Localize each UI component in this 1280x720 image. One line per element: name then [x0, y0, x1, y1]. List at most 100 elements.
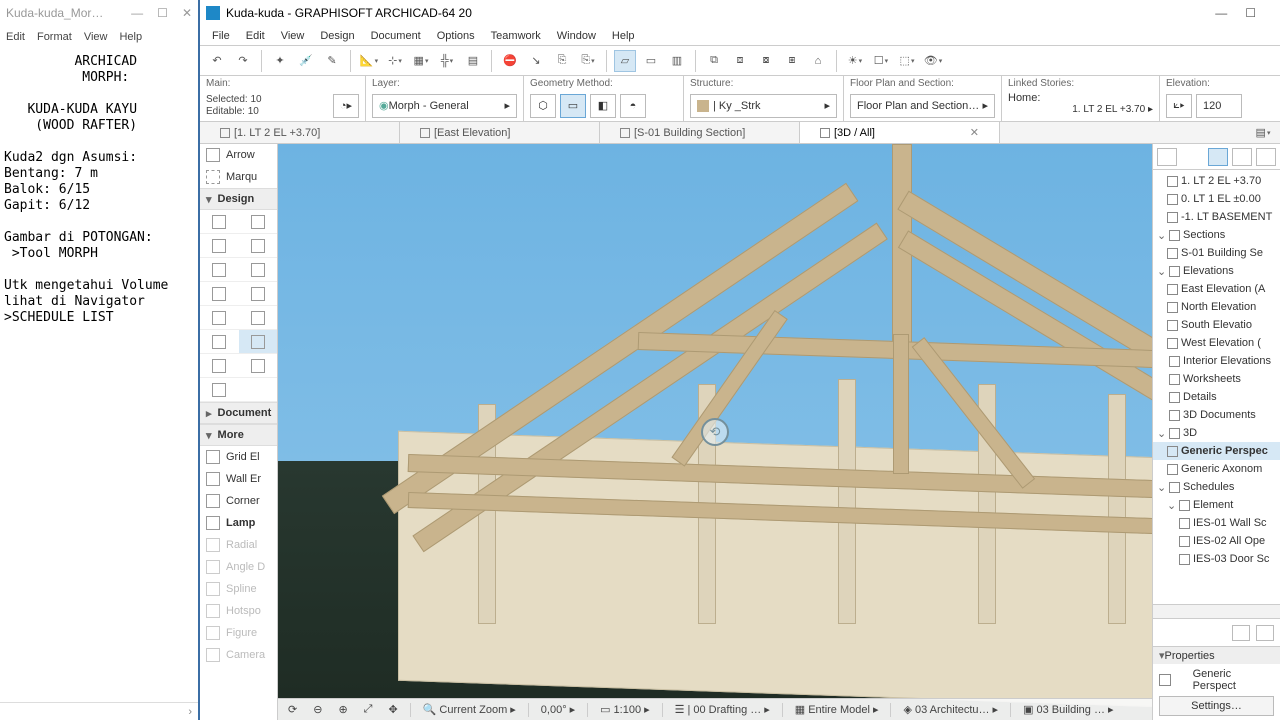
nav-elevations[interactable]: ⌄Elevations	[1153, 262, 1280, 280]
menu-teamwork[interactable]: Teamwork	[491, 30, 541, 42]
toolbox-document-header[interactable]: Document	[200, 402, 277, 424]
menu-options[interactable]: Options	[437, 30, 475, 42]
nav-layoutbook-icon[interactable]	[1256, 148, 1276, 166]
tab-overview-icon[interactable]: ▤	[1252, 122, 1274, 144]
tool-beam[interactable]	[200, 258, 239, 282]
qb-arch[interactable]: ◈ 03 Architectu… ▸	[899, 703, 1002, 716]
np-menu-format[interactable]: Format	[37, 31, 72, 43]
seo-sub-icon[interactable]: ⧈	[729, 50, 751, 72]
tool-column[interactable]	[239, 234, 278, 258]
qb-model[interactable]: ▦ Entire Model ▸	[791, 703, 883, 716]
geom-morph-button[interactable]: ◓	[620, 94, 646, 118]
plane3-icon[interactable]: ▥	[666, 50, 688, 72]
layer-selector[interactable]: ◉ Morph - General▸	[372, 94, 517, 118]
tool-morph[interactable]	[239, 330, 278, 354]
section-item[interactable]: S-01 Building Se	[1153, 244, 1280, 262]
tool-wall[interactable]	[200, 210, 239, 234]
story-item[interactable]: -1. LT BASEMENT	[1153, 208, 1280, 226]
settings-button[interactable]: Settings…	[1159, 696, 1274, 716]
maximize-icon[interactable]: ☐	[1245, 6, 1256, 20]
np-menu-edit[interactable]: Edit	[6, 31, 25, 43]
nav-viewmap-icon[interactable]	[1232, 148, 1252, 166]
nav-sections[interactable]: ⌄Sections	[1153, 226, 1280, 244]
tool-object[interactable]	[200, 354, 239, 378]
redo-icon[interactable]: ↷	[232, 50, 254, 72]
tab-section[interactable]: [S-01 Building Section]	[600, 122, 800, 143]
plane2-icon[interactable]: ▭	[640, 50, 662, 72]
grid-icon[interactable]: ╬	[436, 50, 458, 72]
tool-skylight[interactable]	[239, 306, 278, 330]
menu-window[interactable]: Window	[557, 30, 596, 42]
tab-elevation[interactable]: [East Elevation]	[400, 122, 600, 143]
grid2-icon[interactable]: ▤	[462, 50, 484, 72]
sched-element[interactable]: ⌄Element	[1153, 496, 1280, 514]
tab-close-icon[interactable]: ✕	[970, 126, 979, 139]
undo-icon[interactable]: ↶	[206, 50, 228, 72]
nav-intelev[interactable]: Interior Elevations	[1153, 352, 1280, 370]
default-settings-button[interactable]: ◔▸	[333, 94, 359, 118]
minimize-icon[interactable]: —	[1215, 6, 1227, 20]
tool-arrow[interactable]: Arrow	[200, 144, 277, 166]
elev-item[interactable]: North Elevation	[1153, 298, 1280, 316]
elev-item[interactable]: East Elevation (A	[1153, 280, 1280, 298]
tool-zone[interactable]	[239, 354, 278, 378]
notepad-text[interactable]: ARCHICAD MORPH: KUDA-KUDA KAYU (WOOD RAF…	[0, 48, 198, 702]
elevation-input[interactable]: 120	[1196, 94, 1242, 118]
menu-help[interactable]: Help	[612, 30, 635, 42]
nav-prev-btn1[interactable]	[1232, 625, 1250, 641]
tool-corner[interactable]: Corner	[200, 490, 277, 512]
ruler-icon[interactable]: 📐	[358, 50, 380, 72]
seo-add-icon[interactable]: ⧉	[703, 50, 725, 72]
elev-icon[interactable]: ⟀▸	[1166, 94, 1192, 118]
nav-scrollbar[interactable]	[1153, 604, 1280, 618]
menu-file[interactable]: File	[212, 30, 230, 42]
guides-icon[interactable]: ⊹	[384, 50, 406, 72]
3dview-icon[interactable]: ⬚	[896, 50, 918, 72]
notepad-scrollbar[interactable]: ›	[0, 702, 198, 720]
tool-cw[interactable]	[200, 330, 239, 354]
eye-icon[interactable]: 👁	[922, 50, 944, 72]
sched-item[interactable]: IES-02 All Ope	[1153, 532, 1280, 550]
qb-zoomin-icon[interactable]: ⊕	[334, 703, 351, 716]
elev-item[interactable]: South Elevatio	[1153, 316, 1280, 334]
qb-layercomb[interactable]: ☰ | 00 Drafting … ▸	[671, 703, 774, 716]
geom-box-button[interactable]: ▭	[560, 94, 586, 118]
trace-dd-icon[interactable]: ⎘	[577, 50, 599, 72]
qb-zoom-dd[interactable]: 🔍 Current Zoom ▸	[419, 703, 520, 716]
wand-icon[interactable]: ✎	[321, 50, 343, 72]
notepad-titlebar[interactable]: Kuda-kuda_Mor… — ☐ ✕	[0, 0, 198, 26]
render-icon[interactable]: ☀	[844, 50, 866, 72]
nav-worksheets[interactable]: Worksheets	[1153, 370, 1280, 388]
qb-scale[interactable]: ▭ 1:100 ▸	[596, 703, 653, 716]
geom-poly-button[interactable]: ⬡	[530, 94, 556, 118]
edit-plane-icon[interactable]: ▱	[614, 50, 636, 72]
tab-3d[interactable]: [3D / All]✕	[800, 122, 1000, 143]
tool-mesh[interactable]	[200, 378, 239, 402]
tool-roof[interactable]	[239, 282, 278, 306]
3d-viewport[interactable]: ⟲ ⟳ ⊖ ⊕ ⤢ ✥ 🔍 Current Zoom ▸ 0,00° ▸ ▭ 1…	[278, 144, 1152, 720]
story-item[interactable]: 0. LT 1 EL ±0.00	[1153, 190, 1280, 208]
seo3-icon[interactable]: ⧇	[755, 50, 777, 72]
tool-stair[interactable]	[200, 282, 239, 306]
tool-grid[interactable]: Grid El	[200, 446, 277, 468]
nav-tree[interactable]: 1. LT 2 EL +3.70 0. LT 1 EL ±0.00 -1. LT…	[1153, 170, 1280, 604]
qb-refresh-icon[interactable]: ⟳	[284, 703, 301, 716]
tool-lamp[interactable]: Lamp	[200, 512, 277, 534]
nav-3ddocs[interactable]: 3D Documents	[1153, 406, 1280, 424]
seo4-icon[interactable]: ⧆	[781, 50, 803, 72]
structure-selector[interactable]: | Ky _Strk▸	[690, 94, 837, 118]
np-menu-view[interactable]: View	[84, 31, 108, 43]
toolbox-more-header[interactable]: More	[200, 424, 277, 446]
ac-titlebar[interactable]: Kuda-kuda - GRAPHISOFT ARCHICAD-64 20 — …	[200, 0, 1280, 26]
qb-fit-icon[interactable]: ⤢	[360, 703, 377, 716]
tab-floorplan[interactable]: [1. LT 2 EL +3.70]	[200, 122, 400, 143]
menu-design[interactable]: Design	[320, 30, 354, 42]
geom-rev-button[interactable]: ◧	[590, 94, 616, 118]
tool-window[interactable]	[200, 234, 239, 258]
tool-shell[interactable]	[200, 306, 239, 330]
minimize-icon[interactable]: —	[131, 6, 143, 20]
close-icon[interactable]: ✕	[182, 6, 192, 20]
sched-item[interactable]: IES-01 Wall Sc	[1153, 514, 1280, 532]
nav-schedules[interactable]: ⌄Schedules	[1153, 478, 1280, 496]
camera-icon[interactable]: ☐	[870, 50, 892, 72]
